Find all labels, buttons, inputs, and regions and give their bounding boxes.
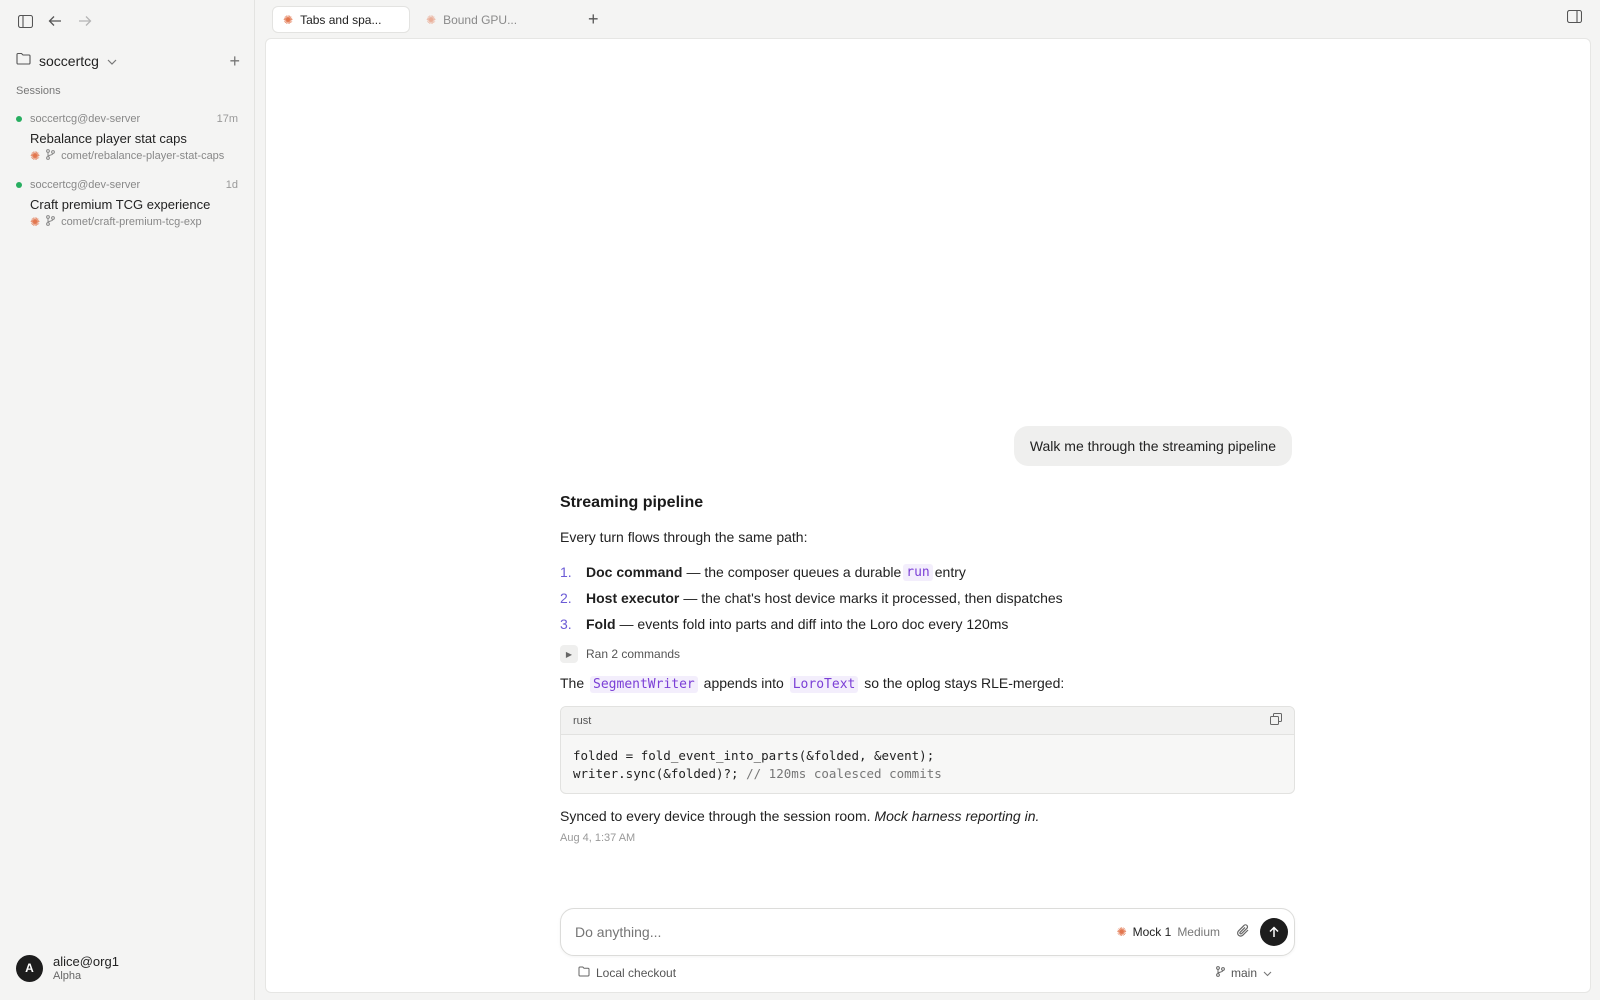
answer-intro: Every turn flows through the same path:	[560, 529, 808, 545]
sidebar-toggle-icon[interactable]	[14, 10, 36, 32]
session-age: 17m	[216, 113, 238, 125]
assistant-message: Streaming pipeline Every turn flows thro…	[560, 494, 1295, 844]
text: The	[560, 675, 585, 691]
text: Synced to every device through the sessi…	[560, 808, 871, 824]
code-line: writer.sync(&folded)?;	[573, 766, 739, 781]
send-button[interactable]	[1260, 918, 1288, 946]
model-effort: Medium	[1177, 925, 1220, 939]
right-panel-toggle-icon[interactable]	[1566, 9, 1583, 28]
new-tab-button[interactable]: +	[588, 9, 599, 30]
tab-bar: ✺ Tabs and spa... ✺ Bound GPU... +	[272, 6, 599, 33]
code-block: rust folded = fold_event_into_parts(&fol…	[560, 706, 1295, 794]
back-arrow-icon[interactable]	[44, 10, 66, 32]
folder-icon	[578, 966, 590, 980]
branch-icon	[1216, 966, 1225, 980]
sessions-heading: Sessions	[16, 85, 61, 97]
checkout-label: Local checkout	[596, 966, 677, 980]
ran-commands-label: Ran 2 commands	[586, 647, 681, 661]
branch-icon	[46, 215, 55, 229]
synced-paragraph: Synced to every device through the sessi…	[560, 808, 1295, 824]
chevron-down-icon	[107, 52, 117, 70]
project-name: soccertcg	[39, 53, 99, 69]
session-branch: comet/rebalance-player-stat-caps	[61, 150, 225, 162]
italic-text: Mock harness reporting in.	[874, 808, 1040, 824]
step-text: — the composer queues a durable	[686, 564, 902, 580]
copy-icon[interactable]	[1270, 713, 1282, 728]
list-item: 1. Doc command — the composer queues a d…	[560, 559, 1295, 585]
user-message: Walk me through the streaming pipeline	[1013, 426, 1292, 466]
tab-label: Tabs and spa...	[300, 12, 382, 27]
checkout-selector[interactable]: Local checkout	[578, 966, 676, 980]
text: so the oplog stays RLE-merged:	[864, 675, 1065, 691]
new-session-button[interactable]: +	[229, 52, 240, 70]
branch-icon	[46, 149, 55, 163]
session-title: Craft premium TCG experience	[30, 197, 211, 212]
session-item[interactable]: soccertcg@dev-server 17m Rebalance playe…	[16, 113, 238, 163]
session-age: 1d	[225, 179, 238, 191]
message-timestamp: Aug 4, 1:37 AM	[560, 832, 636, 844]
status-dot-icon	[16, 182, 22, 188]
code-line: folded = fold_event_into_parts(&folded, …	[573, 748, 935, 763]
spark-icon: ✺	[283, 12, 294, 27]
project-selector[interactable]: soccertcg +	[16, 50, 240, 72]
tab-bound-gpu[interactable]: ✺ Bound GPU...	[416, 6, 554, 33]
tab-tabs-and-spaces[interactable]: ✺ Tabs and spa...	[272, 6, 410, 33]
chevron-down-icon	[1263, 966, 1272, 980]
steps-list: 1. Doc command — the composer queues a d…	[560, 559, 1295, 637]
step-title: Doc command	[586, 564, 683, 580]
branch-selector[interactable]: main	[1216, 966, 1272, 980]
ran-commands-toggle[interactable]: ▶ Ran 2 commands	[560, 645, 1295, 663]
prompt-input[interactable]	[575, 924, 1117, 940]
session-title: Rebalance player stat caps	[30, 131, 187, 146]
sidebar: soccertcg + Sessions soccertcg@dev-serve…	[0, 0, 255, 1000]
user-org: Alpha	[53, 970, 82, 982]
code-language: rust	[573, 714, 592, 727]
user-account[interactable]: A alice@org1 Alpha	[16, 954, 119, 982]
inline-code: LoroText	[789, 676, 859, 693]
session-item[interactable]: soccertcg@dev-server 1d Craft premium TC…	[16, 179, 238, 229]
model-name: Mock 1	[1132, 925, 1172, 939]
composer: ✺ Mock 1 Medium	[560, 908, 1295, 956]
spark-icon: ✺	[30, 149, 41, 163]
folder-icon	[16, 52, 31, 70]
status-dot-icon	[16, 116, 22, 122]
tab-label: Bound GPU...	[443, 12, 518, 27]
spark-icon: ✺	[1116, 925, 1127, 939]
avatar: A	[16, 954, 43, 982]
step-text: — events fold into parts and diff into t…	[619, 616, 1009, 632]
session-branch: comet/craft-premium-tcg-exp	[61, 216, 202, 228]
user-name: alice@org1	[53, 954, 119, 969]
list-number: 2.	[560, 590, 572, 606]
step-text: entry	[934, 564, 966, 580]
spark-icon: ✺	[30, 215, 41, 229]
code-comment: // 120ms coalesced commits	[746, 766, 942, 781]
spark-icon: ✺	[426, 12, 437, 27]
list-number: 1.	[560, 564, 572, 580]
inline-code: SegmentWriter	[590, 676, 698, 693]
paperclip-icon[interactable]	[1236, 923, 1250, 942]
step-title: Fold	[586, 616, 616, 632]
forward-arrow-icon[interactable]	[74, 10, 96, 32]
answer-heading: Streaming pipeline	[560, 494, 704, 511]
step-title: Host executor	[586, 590, 680, 606]
session-host: soccertcg@dev-server	[30, 113, 141, 125]
inline-code: run	[903, 563, 933, 581]
list-item: 3. Fold — events fold into parts and dif…	[560, 611, 1295, 637]
segment-paragraph: The SegmentWriter appends into LoroText …	[560, 675, 1295, 693]
model-selector[interactable]: ✺ Mock 1 Medium	[1117, 925, 1220, 939]
text: appends into	[703, 675, 784, 691]
caret-right-icon: ▶	[560, 645, 578, 663]
step-text: — the chat's host device marks it proces…	[683, 590, 1063, 606]
branch-label: main	[1231, 966, 1258, 980]
nav-controls	[14, 10, 96, 32]
list-number: 3.	[560, 616, 572, 632]
session-host: soccertcg@dev-server	[30, 179, 141, 191]
chat-pane: Walk me through the streaming pipeline S…	[265, 38, 1591, 993]
list-item: 2. Host executor — the chat's host devic…	[560, 585, 1295, 611]
